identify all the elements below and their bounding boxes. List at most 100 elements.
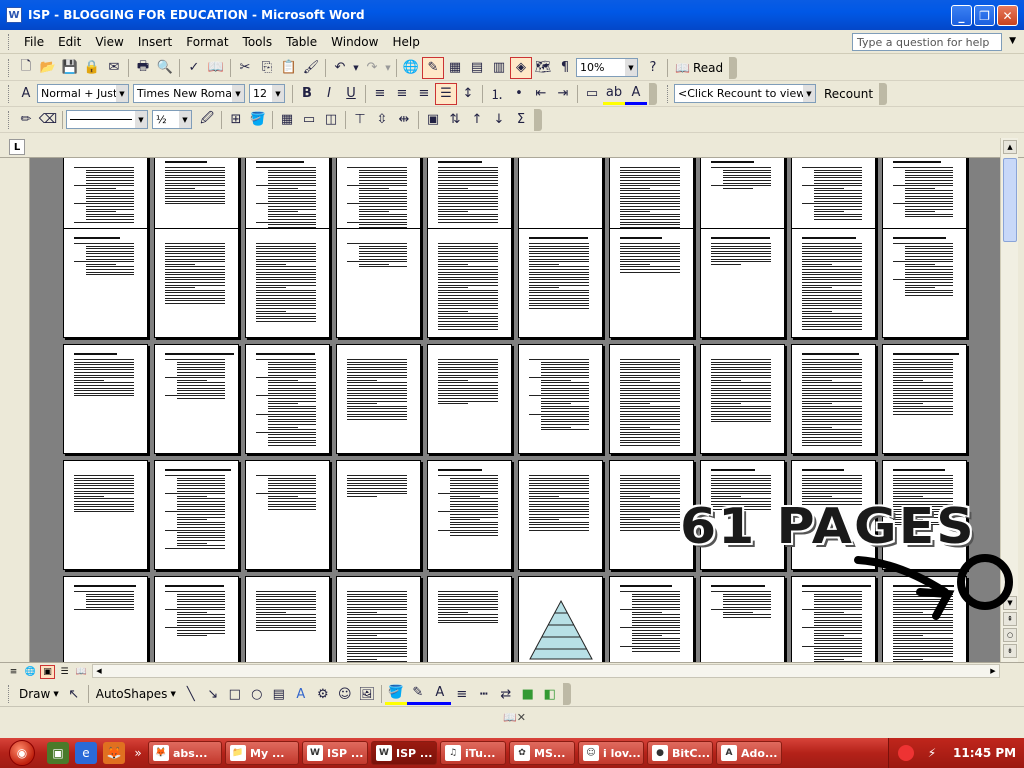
page-thumbnail[interactable] [882, 344, 967, 454]
menu-table[interactable]: Table [279, 33, 324, 51]
web-layout-icon[interactable]: 🌐 [23, 665, 38, 679]
undo-icon[interactable]: ↶ [329, 57, 351, 79]
page-thumbnail[interactable] [63, 228, 148, 338]
table-autoformat-icon[interactable]: ▣ [422, 109, 444, 131]
page-thumbnail[interactable] [882, 228, 967, 338]
line-style-icon[interactable]: ≡ [451, 683, 473, 705]
line-icon[interactable]: ╲ [180, 683, 202, 705]
taskbar-button[interactable]: ✿ MS... [509, 741, 575, 765]
tray-network-icon[interactable]: ⚡ [924, 745, 940, 761]
menu-window[interactable]: Window [324, 33, 385, 51]
horizontal-scrollbar[interactable]: ◀ ▶ [92, 664, 1000, 678]
arrow-style-icon[interactable]: ⇄ [495, 683, 517, 705]
research-icon[interactable]: 📖 [205, 57, 227, 79]
wordart-icon[interactable]: A [290, 683, 312, 705]
page-thumbnail[interactable] [609, 344, 694, 454]
quicklaunch-firefox-icon[interactable]: 🦊 [103, 742, 125, 764]
page-thumbnail[interactable] [63, 344, 148, 454]
paste-icon[interactable]: 📋 [278, 57, 300, 79]
print-preview-icon[interactable]: 🔍 [154, 57, 176, 79]
font-size-combo[interactable]: 12 ▼ [249, 84, 285, 103]
page-thumbnail[interactable] [882, 576, 967, 662]
increase-indent-icon[interactable]: ⇥ [552, 83, 574, 105]
font-color-icon[interactable]: A [625, 83, 647, 105]
page-thumbnail[interactable] [63, 460, 148, 570]
reading-layout-icon[interactable]: 📖 [74, 665, 89, 679]
taskbar-button[interactable]: W ISP ... [302, 741, 368, 765]
scroll-up-icon[interactable]: ▲ [1003, 140, 1017, 154]
recount-combo[interactable]: <Click Recount to view> ▼ [674, 84, 816, 103]
autoshapes-menu-button[interactable]: AutoShapes ▼ [92, 687, 180, 701]
email-icon[interactable]: ✉ [103, 57, 125, 79]
page-thumbnail[interactable] [791, 344, 876, 454]
page-thumbnail[interactable] [154, 228, 239, 338]
quicklaunch-more-icon[interactable]: » [131, 742, 145, 764]
toolbar-grip[interactable] [8, 685, 11, 703]
page-thumbnail[interactable] [518, 344, 603, 454]
arrow-icon[interactable]: ↘ [202, 683, 224, 705]
toolbar-options-icon[interactable] [879, 82, 888, 105]
fill-color-icon[interactable]: 🪣 [384, 683, 407, 705]
document-area[interactable] [30, 158, 1000, 662]
page-thumbnail[interactable] [245, 460, 330, 570]
cut-icon[interactable]: ✂ [234, 57, 256, 79]
justify-icon[interactable]: ☰ [435, 82, 457, 105]
minimize-button[interactable]: _ [951, 5, 972, 26]
bullets-icon[interactable]: • [508, 83, 530, 105]
shading-color-icon[interactable]: 🪣 [247, 109, 269, 131]
close-button[interactable]: ✕ [997, 5, 1018, 26]
recount-dropdown-icon[interactable]: ▼ [803, 85, 815, 102]
italic-icon[interactable]: I [318, 83, 340, 105]
line-spacing-icon[interactable]: ↕ [457, 83, 479, 105]
outline-view-icon[interactable]: ☰ [57, 665, 72, 679]
vertical-scrollbar[interactable]: ▲ ▼ ⇞ ○ ⇟ [1000, 138, 1018, 662]
bold-icon[interactable]: B [296, 83, 318, 105]
line-weight-dropdown-icon[interactable]: ▼ [179, 111, 191, 128]
style-dropdown-icon[interactable]: ▼ [116, 85, 128, 102]
insert-excel-icon[interactable]: ▤ [466, 57, 488, 79]
quicklaunch-ie-icon[interactable]: e [75, 742, 97, 764]
toolbar-options-icon[interactable] [649, 82, 657, 105]
page-thumbnail[interactable] [700, 228, 785, 338]
undo-dropdown-icon[interactable]: ▼ [351, 57, 361, 79]
tray-antivirus-icon[interactable] [898, 745, 914, 761]
taskbar-button[interactable]: ☺ i lov... [578, 741, 644, 765]
drawing-icon[interactable]: ◈ [510, 56, 532, 79]
page-thumbnail[interactable] [791, 228, 876, 338]
scroll-left-icon[interactable]: ◀ [93, 665, 105, 677]
insert-table-icon[interactable]: ▦ [276, 109, 298, 131]
page-thumbnail[interactable] [700, 344, 785, 454]
align-top-icon[interactable]: ⊤ [349, 109, 371, 131]
draw-menu-button[interactable]: Draw ▼ [15, 687, 63, 701]
spelling-status-icon[interactable]: 📖✕ [503, 711, 526, 724]
page-thumbnail[interactable] [700, 576, 785, 662]
menu-edit[interactable]: Edit [51, 33, 88, 51]
text-box-icon[interactable]: ▤ [268, 683, 290, 705]
split-cells-icon[interactable]: ◫ [320, 109, 342, 131]
draw-font-color-icon[interactable]: A [428, 683, 451, 705]
page-thumbnail[interactable] [336, 460, 421, 570]
zoom-dropdown-icon[interactable]: ▼ [625, 59, 637, 76]
help-icon[interactable]: ? [642, 57, 664, 79]
line-style-dropdown-icon[interactable]: ▼ [135, 111, 147, 128]
previous-page-icon[interactable]: ⇞ [1003, 612, 1017, 626]
insert-table-icon[interactable]: ▦ [444, 57, 466, 79]
text-direction-icon[interactable]: ⇅ [444, 109, 466, 131]
autosum-icon[interactable]: Σ [510, 109, 532, 131]
font-dropdown-icon[interactable]: ▼ [232, 85, 244, 102]
page-thumbnail[interactable] [427, 228, 512, 338]
select-browse-object-icon[interactable]: ○ [1003, 628, 1017, 642]
menu-grip[interactable] [8, 33, 11, 50]
taskbar-button[interactable]: W ISP ... [371, 741, 437, 765]
toolbar-options-icon[interactable] [562, 683, 571, 705]
restore-button[interactable]: ❐ [974, 5, 995, 26]
quicklaunch-desktop-icon[interactable]: ▣ [47, 742, 69, 764]
format-painter-icon[interactable]: 🖌 [300, 57, 322, 79]
taskbar-button[interactable]: A Ado... [716, 741, 782, 765]
document-map-icon[interactable]: 🗺 [532, 57, 554, 79]
toolbar-grip[interactable] [8, 110, 11, 129]
styles-formatting-icon[interactable]: A [15, 83, 37, 105]
border-color-icon[interactable]: 🖉 [196, 109, 218, 131]
tab-selector-icon[interactable]: L [9, 139, 25, 155]
recount-button[interactable]: Recount [820, 87, 877, 101]
